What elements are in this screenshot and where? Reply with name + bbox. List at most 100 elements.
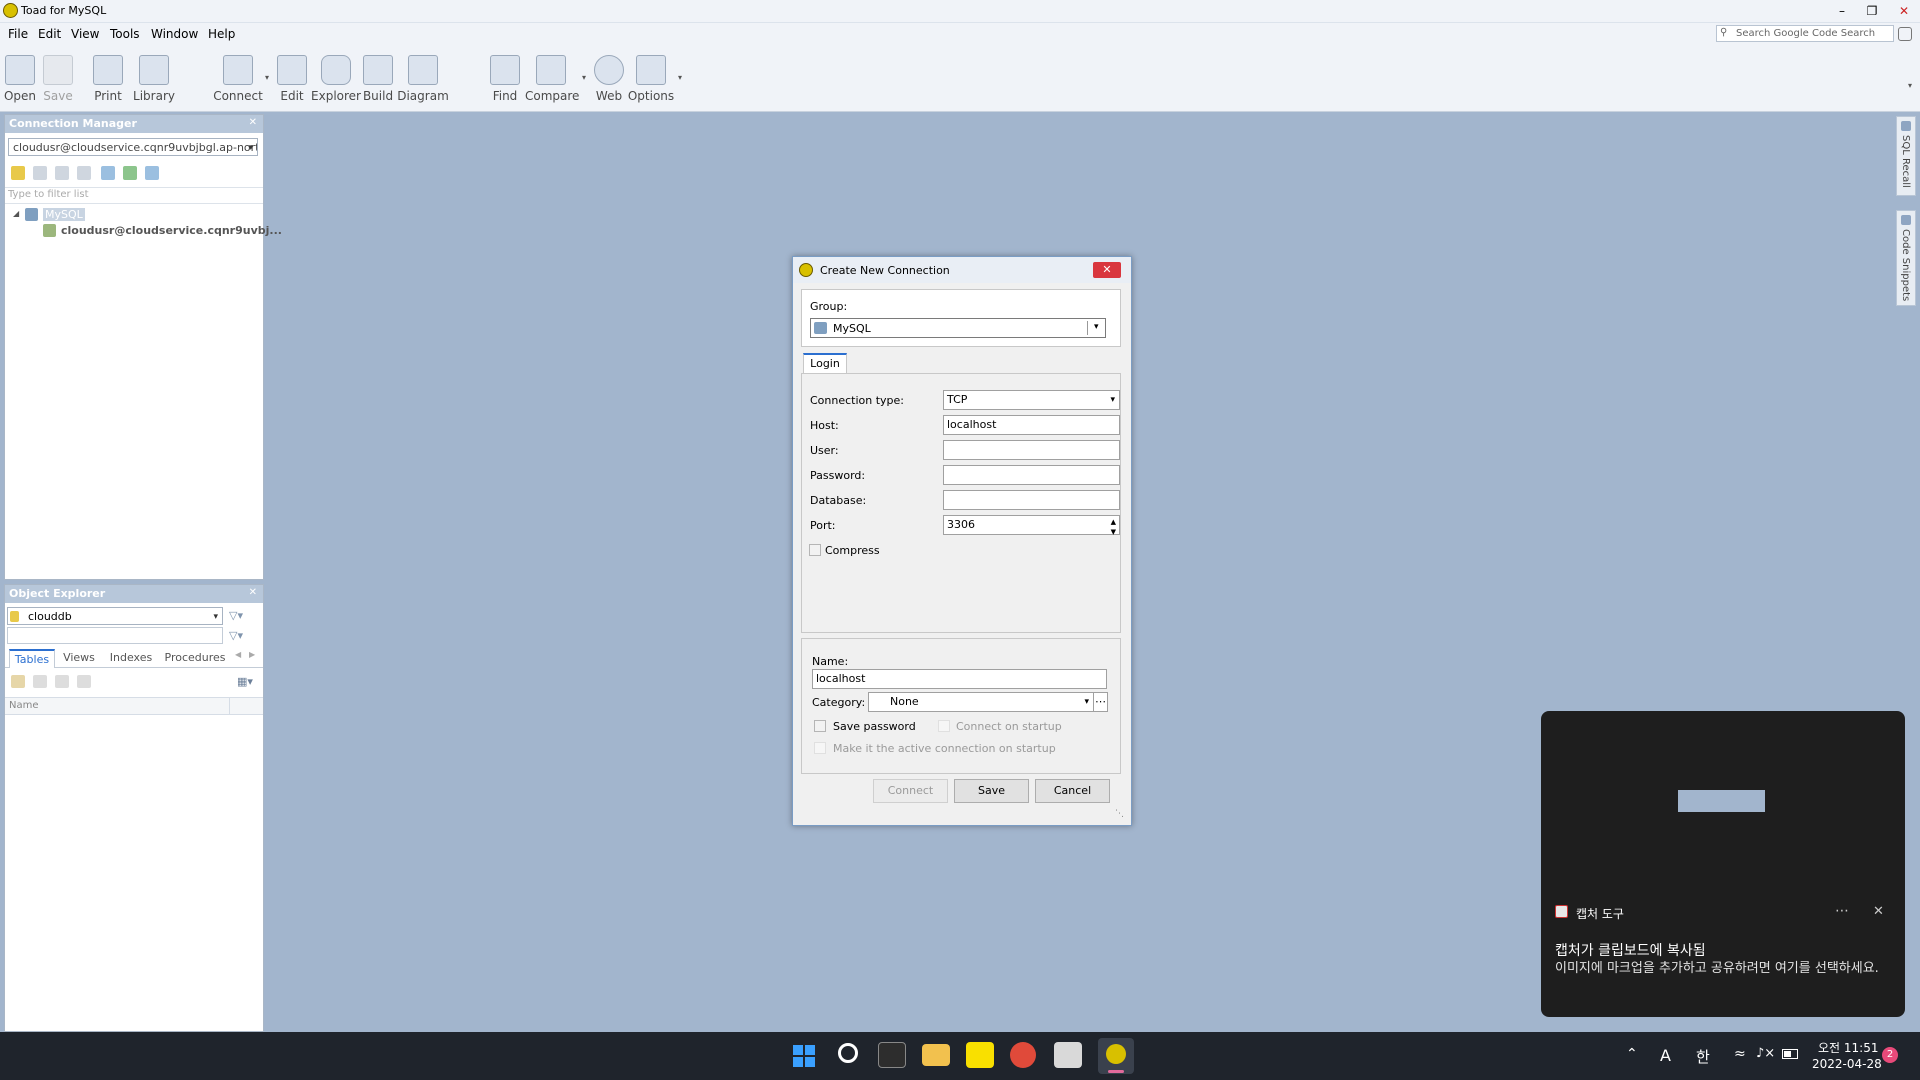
library-button[interactable]: Library	[128, 47, 180, 107]
tray-overflow-icon[interactable]: ⌃	[1626, 1046, 1638, 1062]
table-data-icon[interactable]	[77, 675, 91, 688]
print-button[interactable]: Print	[82, 47, 134, 107]
ime-mode-han[interactable]: 한	[1696, 1046, 1710, 1067]
find-button[interactable]: Find	[479, 47, 531, 107]
new-connection-icon[interactable]	[11, 166, 25, 180]
save-button[interactable]: Save	[32, 47, 84, 107]
refresh-icon[interactable]	[123, 166, 137, 180]
panel-close-icon[interactable]: ✕	[249, 587, 257, 598]
database-selector[interactable]: clouddb ▾	[7, 607, 223, 625]
dialog-close-button[interactable]: ✕	[1093, 262, 1121, 278]
kakaotalk-icon[interactable]	[966, 1042, 994, 1068]
capture-preview[interactable]	[1678, 790, 1765, 812]
filter-input[interactable]: Type to filter list	[5, 187, 263, 204]
name-input[interactable]: localhost	[812, 669, 1107, 689]
toolbar-overflow-icon[interactable]: ▾	[1908, 81, 1912, 90]
capture-toast[interactable]: 캡처 도구 ⋯ ✕ 캡처가 클립보드에 복사됨 이미지에 마크업을 추가하고 공…	[1541, 711, 1905, 1017]
toad-taskbar-icon[interactable]	[1098, 1038, 1134, 1074]
user-input[interactable]	[943, 440, 1120, 460]
group-combobox[interactable]: MySQL ▾	[810, 318, 1106, 338]
toad-app-icon	[3, 3, 18, 18]
new-table-icon[interactable]	[11, 675, 25, 688]
minimize-button[interactable]: –	[1828, 0, 1856, 22]
connect-button[interactable]: Connect	[212, 47, 264, 107]
restore-button[interactable]: ❐	[1858, 0, 1886, 22]
search-taskbar-icon[interactable]	[838, 1043, 858, 1063]
menu-tools[interactable]: Tools	[110, 27, 140, 41]
tree-item-connection[interactable]: cloudusr@cloudservice.cqnr9uvbj...	[41, 223, 282, 238]
sql-recall-side-tab[interactable]: SQL Recall	[1896, 116, 1916, 196]
menu-view[interactable]: View	[71, 27, 99, 41]
database-input[interactable]	[943, 490, 1120, 510]
ime-mode-a[interactable]: A	[1660, 1046, 1671, 1065]
password-input[interactable]	[943, 465, 1120, 485]
spin-down-icon[interactable]: ▼	[1111, 523, 1116, 541]
resize-grip-icon[interactable]: ⋱	[1115, 809, 1124, 819]
tab-scroll-right-icon[interactable]: ▶	[249, 650, 255, 659]
chrome-icon[interactable]	[1010, 1042, 1036, 1068]
host-input[interactable]: localhost	[943, 415, 1120, 435]
clock-date[interactable]: 2022-04-28	[1812, 1057, 1882, 1071]
battery-icon[interactable]	[1782, 1049, 1798, 1059]
active-connection-checkbox[interactable]	[814, 742, 826, 754]
clock-time[interactable]: 오전 11:51	[1818, 1039, 1878, 1056]
port-stepper[interactable]: 3306 ▲ ▼	[943, 515, 1120, 536]
file-explorer-icon[interactable]	[922, 1044, 950, 1066]
tab-indexes[interactable]: Indexes	[105, 651, 157, 664]
disconnect-icon[interactable]	[55, 166, 69, 180]
view-mode-icon[interactable]: ▦▾	[237, 675, 257, 688]
category-select[interactable]: None ▾	[868, 692, 1094, 712]
compare-button[interactable]: Compare	[525, 47, 579, 107]
options-dropdown-arrow[interactable]: ▾	[678, 73, 682, 82]
save-button[interactable]: Save	[954, 779, 1029, 803]
tab-procedures[interactable]: Procedures	[163, 651, 227, 664]
save-password-label: Save password	[833, 720, 916, 733]
close-window-button[interactable]: ✕	[1890, 0, 1918, 22]
delete-connection-icon[interactable]	[77, 166, 91, 180]
snipping-tool-taskbar-icon[interactable]	[1054, 1042, 1082, 1068]
cancel-button[interactable]: Cancel	[1035, 779, 1110, 803]
save-password-checkbox[interactable]	[814, 720, 826, 732]
tab-views[interactable]: Views	[59, 651, 99, 664]
options-button[interactable]: Options	[625, 47, 677, 107]
drop-table-icon[interactable]	[55, 675, 69, 688]
active-indicator	[1108, 1070, 1124, 1073]
filter-icon[interactable]: ▽▾	[229, 629, 243, 642]
notification-count: 2	[1886, 1049, 1894, 1060]
code-snippets-side-tab[interactable]: Code Snippets	[1896, 210, 1916, 306]
column-name-header[interactable]: Name	[9, 700, 39, 711]
code-search-box[interactable]: ⚲ Search Google Code Search	[1716, 25, 1894, 42]
object-filter-input[interactable]	[7, 627, 223, 644]
compress-checkbox[interactable]	[809, 544, 821, 556]
notification-badge[interactable]: 2	[1882, 1047, 1898, 1063]
more-options-icon[interactable]: ⋯	[1835, 903, 1849, 919]
connect-on-startup-checkbox[interactable]	[938, 720, 950, 732]
wifi-icon[interactable]: ≈	[1734, 1046, 1746, 1062]
tab-tables[interactable]: Tables	[9, 649, 55, 668]
properties-icon[interactable]	[101, 166, 115, 180]
copy-connection-icon[interactable]	[145, 166, 159, 180]
print-label: Print	[94, 89, 122, 103]
menu-edit[interactable]: Edit	[38, 27, 61, 41]
connect-button[interactable]: Connect	[873, 779, 948, 803]
volume-muted-icon[interactable]: ♪×	[1756, 1046, 1775, 1061]
edit-table-icon[interactable]	[33, 675, 47, 688]
connection-type-select[interactable]: TCP ▾	[943, 390, 1120, 410]
connect-icon[interactable]	[33, 166, 47, 180]
connection-selector[interactable]: cloudusr@cloudservice.cqnr9uvbjbgl.ap-no…	[8, 138, 258, 156]
menu-help[interactable]: Help	[208, 27, 235, 41]
tree-group-mysql[interactable]: ◢ MySQL	[7, 207, 261, 222]
expand-collapse-icon[interactable]: ◢	[13, 209, 19, 218]
toast-close-icon[interactable]: ✕	[1873, 904, 1884, 919]
menu-file[interactable]: File	[8, 27, 28, 41]
category-more-button[interactable]: ⋯	[1093, 692, 1108, 712]
tab-scroll-left-icon[interactable]: ◀	[235, 650, 241, 659]
diagram-button[interactable]: Diagram	[397, 47, 449, 107]
filter-icon[interactable]: ▽▾	[229, 609, 243, 622]
terminal-icon[interactable]	[878, 1042, 906, 1068]
tab-login[interactable]: Login	[803, 353, 847, 373]
panel-pin-icon[interactable]: ✕	[249, 117, 257, 128]
menu-window[interactable]: Window	[151, 27, 198, 41]
start-button[interactable]	[790, 1042, 818, 1070]
binoculars-icon[interactable]	[1898, 27, 1912, 41]
